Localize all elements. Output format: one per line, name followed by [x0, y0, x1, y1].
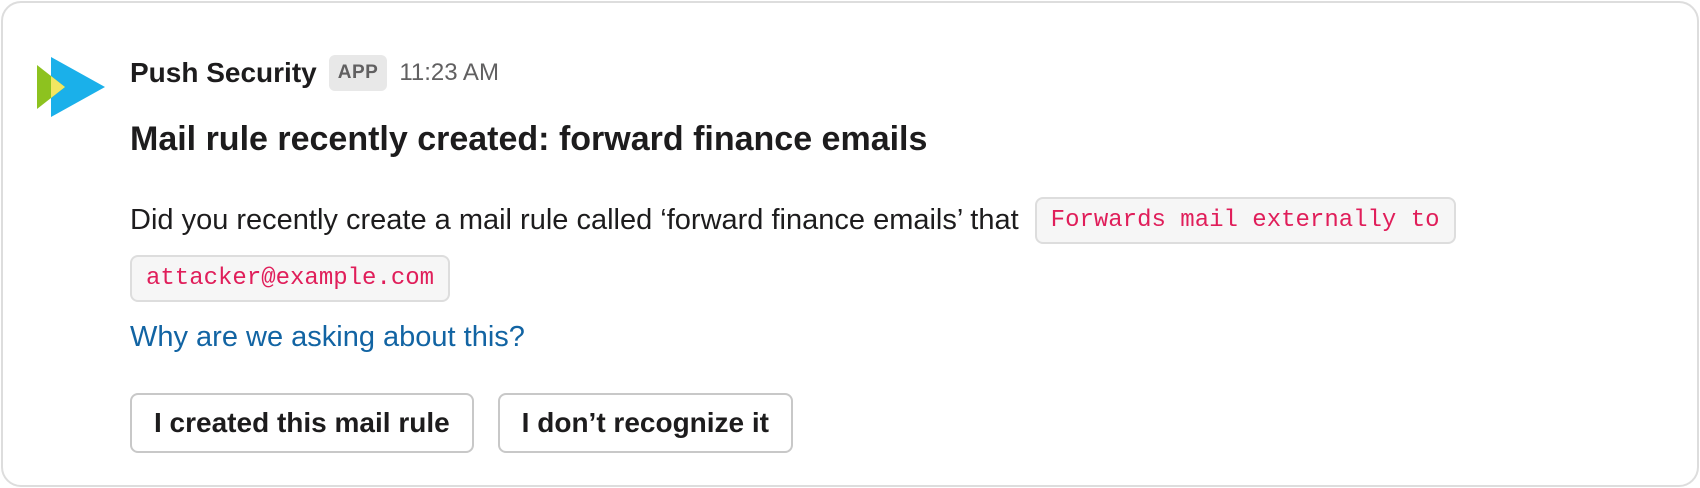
message-timestamp[interactable]: 11:23 AM — [399, 59, 499, 87]
message-body: Did you recently create a mail rule call… — [130, 197, 1456, 244]
why-asking-link[interactable]: Why are we asking about this? — [130, 321, 525, 354]
push-security-logo-icon — [37, 57, 105, 117]
dont-recognize-button[interactable]: I don’t recognize it — [497, 393, 794, 453]
inline-code-email: attacker@example.com — [130, 255, 451, 302]
message-card: Push Security APP 11:23 AM Mail rule rec… — [1, 1, 1699, 487]
inline-code-forwarding: Forwards mail externally to — [1034, 197, 1456, 244]
app-badge: APP — [328, 55, 388, 91]
message-title: Mail rule recently created: forward fina… — [130, 120, 928, 158]
action-buttons: I created this mail rule I don’t recogni… — [130, 393, 794, 453]
message-header: Push Security APP 11:23 AM — [130, 53, 499, 93]
body-text: Did you recently create a mail rule call… — [130, 204, 1019, 236]
sender-name[interactable]: Push Security — [130, 57, 317, 89]
created-mail-rule-button[interactable]: I created this mail rule — [130, 393, 474, 453]
